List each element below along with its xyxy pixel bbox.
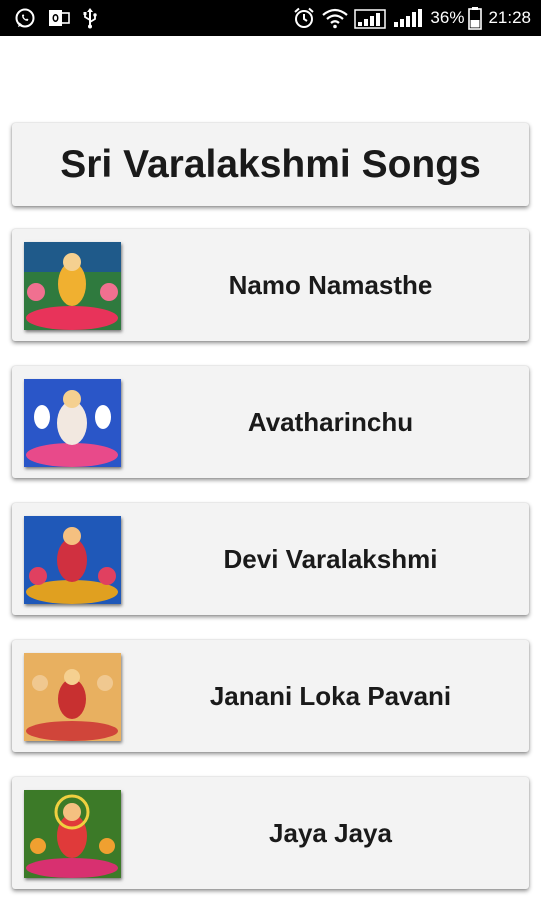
battery-percent: 36%	[430, 8, 465, 27]
notification-icons	[14, 7, 110, 29]
song-title: Avatharinchu	[247, 406, 414, 437]
wifi-icon	[322, 7, 349, 29]
outlook-icon	[48, 8, 70, 28]
app-title: Sri Varalakshmi Songs	[60, 142, 481, 186]
clock: 21:28	[488, 8, 531, 27]
signal-icon	[354, 7, 387, 29]
title-card: Sri Varalakshmi Songs	[12, 123, 529, 206]
song-thumbnail	[24, 516, 121, 604]
song-thumbnail	[24, 242, 121, 330]
song-item-jaya-jaya[interactable]: Jaya Jaya	[12, 777, 529, 889]
song-title: Namo Namasthe	[228, 269, 433, 300]
song-thumbnail	[24, 653, 121, 741]
song-item-devi-varalakshmi[interactable]: Devi Varalakshmi	[12, 503, 529, 615]
song-title: Devi Varalakshmi	[223, 543, 438, 574]
song-thumbnail	[24, 379, 121, 467]
song-title: Janani Loka Pavani	[209, 680, 452, 711]
usb-icon	[82, 7, 98, 29]
system-icons: 36% 21:28	[292, 6, 531, 30]
status-bar: 36% 21:28	[0, 0, 541, 36]
song-item-janani-loka-pavani[interactable]: Janani Loka Pavani	[12, 640, 529, 752]
song-item-namo-namasthe[interactable]: Namo Namasthe	[12, 229, 529, 341]
whatsapp-icon	[14, 7, 36, 29]
song-thumbnail	[24, 790, 121, 878]
battery-icon	[468, 6, 483, 30]
alarm-icon	[292, 6, 316, 30]
song-item-avatharinchu[interactable]: Avatharinchu	[12, 366, 529, 478]
signal-icon	[392, 7, 424, 29]
song-title: Jaya Jaya	[269, 817, 392, 848]
